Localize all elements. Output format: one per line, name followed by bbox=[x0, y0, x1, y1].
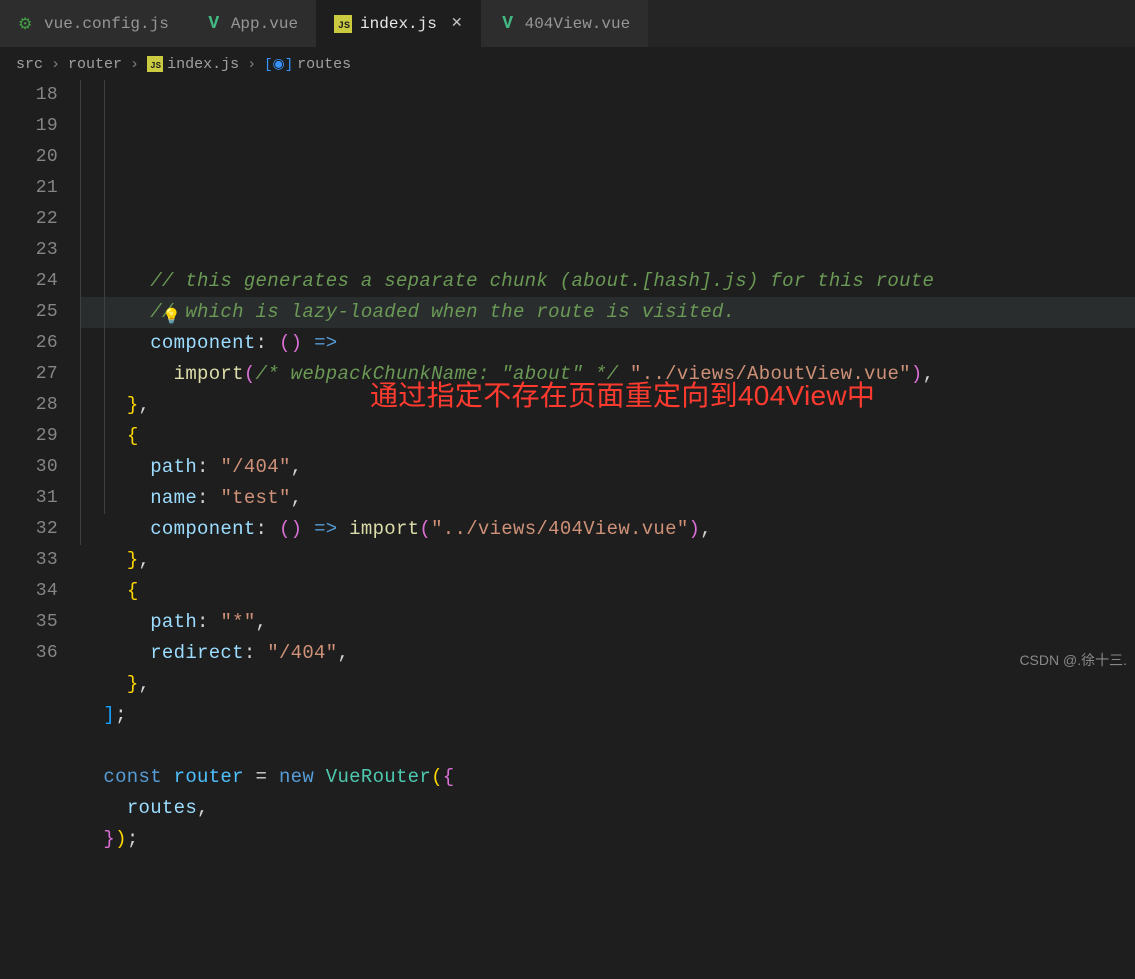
lightbulb-icon[interactable]: 💡 bbox=[162, 302, 181, 333]
tab-404view-vue[interactable]: V 404View.vue bbox=[481, 0, 649, 47]
property: component bbox=[150, 518, 255, 540]
import-call: import bbox=[349, 518, 419, 540]
annotation-text: 通过指定不存在页面重定向到404View中 bbox=[370, 380, 875, 411]
property: component bbox=[150, 332, 255, 354]
variable: router bbox=[174, 766, 244, 788]
string: "../views/404View.vue" bbox=[431, 518, 688, 540]
line-gutter: 181920 212223 242526 272829 303132 33343… bbox=[0, 80, 80, 979]
chevron-right-icon: › bbox=[247, 56, 256, 73]
chevron-right-icon: › bbox=[51, 56, 60, 73]
string: "/404" bbox=[267, 642, 337, 664]
editor[interactable]: 181920 212223 242526 272829 303132 33343… bbox=[0, 80, 1135, 979]
config-icon: ⚙ bbox=[18, 14, 36, 34]
vue-icon: V bbox=[499, 14, 517, 34]
string: "test" bbox=[220, 487, 290, 509]
tab-vue-config[interactable]: ⚙ vue.config.js bbox=[0, 0, 187, 47]
comment: // which is lazy-loaded when the route i… bbox=[150, 301, 735, 323]
string: "/404" bbox=[220, 456, 290, 478]
class-name: VueRouter bbox=[326, 766, 431, 788]
chevron-right-icon: › bbox=[130, 56, 139, 73]
tabs-bar: ⚙ vue.config.js V App.vue JS index.js ✕ … bbox=[0, 0, 1135, 48]
breadcrumb-part[interactable]: src bbox=[16, 56, 43, 73]
breadcrumb-file[interactable]: index.js bbox=[167, 56, 239, 73]
property: name bbox=[150, 487, 197, 509]
property: path bbox=[150, 456, 197, 478]
tab-label: index.js bbox=[360, 15, 437, 33]
breadcrumb-symbol[interactable]: routes bbox=[297, 56, 351, 73]
breadcrumb-part[interactable]: router bbox=[68, 56, 122, 73]
vue-icon: V bbox=[205, 14, 223, 34]
tab-index-js[interactable]: JS index.js ✕ bbox=[316, 0, 481, 47]
code-area[interactable]: 💡 // this generates a separate chunk (ab… bbox=[80, 80, 1135, 979]
symbol-icon: [◉] bbox=[264, 56, 293, 73]
tab-label: App.vue bbox=[231, 15, 298, 33]
tab-label: vue.config.js bbox=[44, 15, 169, 33]
js-icon: JS bbox=[334, 15, 352, 33]
property: path bbox=[150, 611, 197, 633]
comment: // this generates a separate chunk (abou… bbox=[150, 270, 934, 292]
property: redirect bbox=[150, 642, 244, 664]
import-call: import bbox=[174, 363, 244, 385]
keyword: const bbox=[103, 766, 162, 788]
property: routes bbox=[127, 797, 197, 819]
code-content[interactable]: // this generates a separate chunk (abou… bbox=[80, 266, 1135, 855]
close-icon[interactable]: ✕ bbox=[451, 15, 463, 32]
string: "*" bbox=[220, 611, 255, 633]
tab-label: 404View.vue bbox=[525, 15, 631, 33]
js-icon: JS bbox=[147, 56, 163, 72]
breadcrumb: src › router › JS index.js › [◉] routes bbox=[0, 48, 1135, 80]
tab-app-vue[interactable]: V App.vue bbox=[187, 0, 316, 47]
keyword: new bbox=[279, 766, 314, 788]
